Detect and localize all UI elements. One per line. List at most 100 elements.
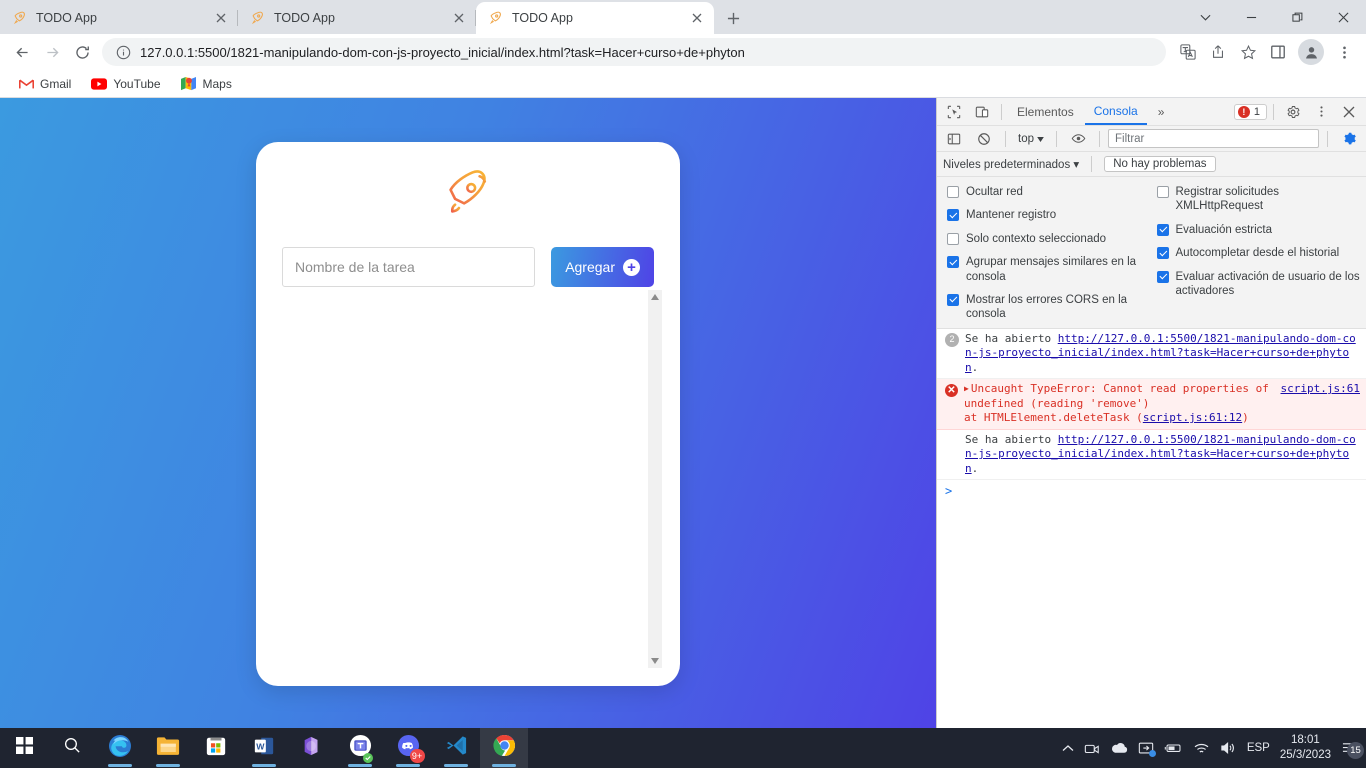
maps-icon (181, 76, 197, 92)
side-panel-icon[interactable] (1264, 38, 1292, 66)
avatar-icon[interactable] (1298, 39, 1324, 65)
taskbar-edge[interactable] (96, 728, 144, 768)
gear-icon[interactable] (1280, 100, 1306, 124)
clear-console-icon[interactable] (971, 127, 997, 151)
checkbox[interactable] (947, 186, 959, 198)
error-stack-link[interactable]: script.js:61:12 (1143, 411, 1242, 424)
divider (1099, 130, 1100, 147)
setting-agrupar-mensajes[interactable]: Agrupar mensajes similares en la consola (947, 255, 1151, 284)
checkbox[interactable] (1156, 270, 1169, 283)
setting-mantener-registro[interactable]: Mantener registro (947, 208, 1151, 222)
task-list-scrollbar[interactable] (648, 290, 662, 668)
tab-consola[interactable]: Consola (1084, 98, 1147, 125)
setting-label: Autocompletar desde el historial (1175, 247, 1340, 260)
setting-solo-contexto[interactable]: Solo contexto seleccionado (947, 232, 1151, 246)
language-indicator[interactable]: ESP (1247, 742, 1270, 754)
camera-icon[interactable] (1084, 741, 1100, 756)
issues-button[interactable]: No hay problemas (1104, 156, 1216, 172)
live-expression-eye-icon[interactable] (1065, 127, 1091, 151)
checkbox[interactable] (947, 256, 959, 269)
setting-errores-cors[interactable]: Mostrar los errores CORS en la consola (947, 293, 1151, 322)
windows-taskbar: W 9+ ESP 18:01 25/3/2023 15 (0, 728, 1366, 768)
console-filter-input[interactable] (1108, 129, 1319, 148)
onedrive-icon[interactable] (1110, 742, 1128, 754)
wifi-icon[interactable] (1193, 742, 1210, 755)
context-selector[interactable]: top (1014, 133, 1048, 145)
battery-icon[interactable] (1164, 742, 1183, 754)
clock[interactable]: 18:01 25/3/2023 (1280, 733, 1331, 763)
taskbar-teams[interactable] (336, 728, 384, 768)
setting-ocultar-red[interactable]: Ocultar red (947, 185, 1151, 199)
notification-center-button[interactable]: 15 (1341, 741, 1364, 759)
console-settings-gear-icon[interactable] (1336, 127, 1362, 151)
checkbox[interactable] (1156, 186, 1169, 198)
back-arrow-icon[interactable] (8, 38, 36, 66)
three-dot-menu-icon[interactable] (1308, 100, 1334, 124)
minimize-icon[interactable] (1228, 0, 1274, 34)
browser-tab-1[interactable]: TODO App (0, 2, 238, 34)
add-task-button[interactable]: Agregar + (551, 247, 654, 287)
log-levels-dropdown[interactable]: Niveles predeterminados ▾ (943, 157, 1079, 171)
browser-tab-2[interactable]: TODO App (238, 2, 476, 34)
volume-icon[interactable] (1220, 741, 1237, 755)
checkbox[interactable] (1156, 247, 1169, 260)
checkbox[interactable] (947, 232, 959, 245)
setting-evaluacion-estricta[interactable]: Evaluación estricta (1156, 223, 1361, 237)
screen-icon[interactable] (1138, 741, 1156, 757)
checkbox[interactable] (947, 209, 959, 222)
close-icon[interactable] (450, 9, 468, 27)
reload-icon[interactable] (68, 38, 96, 66)
bookmark-maps[interactable]: Maps (173, 73, 240, 95)
info-circle-icon[interactable] (114, 43, 132, 61)
taskbar-vscode[interactable] (432, 728, 480, 768)
device-toolbar-icon[interactable] (969, 100, 995, 124)
taskbar-chrome[interactable] (480, 728, 528, 768)
close-icon[interactable] (1336, 100, 1362, 124)
scroll-up-arrow-icon[interactable] (648, 290, 662, 304)
setting-autocompletar[interactable]: Autocompletar desde el historial (1156, 246, 1361, 260)
address-bar[interactable]: 127.0.0.1:5500/1821-manipulando-dom-con-… (102, 38, 1166, 66)
checkbox[interactable] (1156, 223, 1169, 236)
tab-search-icon[interactable] (1182, 0, 1228, 34)
close-icon[interactable] (1320, 0, 1366, 34)
maximize-icon[interactable] (1274, 0, 1320, 34)
inspect-element-icon[interactable] (941, 100, 967, 124)
console-message-info-2[interactable]: Se ha abierto http://127.0.0.1:5500/1821… (937, 430, 1366, 481)
console-message-error[interactable]: ✕ script.js:61 ▶ Uncaught TypeError: Canno… (937, 379, 1366, 430)
taskbar-microsoft-store[interactable] (192, 728, 240, 768)
tab-elementos[interactable]: Elementos (1008, 98, 1083, 125)
vscode-icon (445, 734, 468, 762)
checkbox[interactable] (947, 293, 959, 306)
close-icon[interactable] (212, 9, 230, 27)
taskbar-discord[interactable]: 9+ (384, 728, 432, 768)
console-message-info-1[interactable]: 2 Se ha abierto http://127.0.0.1:5500/18… (937, 329, 1366, 380)
console-sidebar-icon[interactable] (941, 127, 967, 151)
setting-evaluar-activacion[interactable]: Evaluar activación de usuario de los act… (1156, 270, 1361, 299)
bookmark-gmail[interactable]: Gmail (10, 73, 79, 95)
browser-tab-3-active[interactable]: TODO App (476, 2, 714, 34)
prompt-symbol: > (945, 484, 953, 499)
console-prompt[interactable]: > (937, 480, 1366, 502)
forward-arrow-icon[interactable] (38, 38, 66, 66)
scroll-down-arrow-icon[interactable] (648, 654, 662, 668)
new-tab-button[interactable] (718, 3, 748, 33)
translate-icon[interactable] (1174, 38, 1202, 66)
bookmark-youtube[interactable]: YouTube (83, 73, 168, 95)
show-hidden-icons-icon[interactable] (1062, 744, 1074, 753)
three-dot-menu-icon[interactable] (1330, 38, 1358, 66)
taskbar-file-explorer[interactable] (144, 728, 192, 768)
share-icon[interactable] (1204, 38, 1232, 66)
expand-triangle-icon[interactable]: ▶ (964, 384, 969, 395)
error-source-link[interactable]: script.js:61 (1281, 382, 1360, 397)
close-icon[interactable] (688, 9, 706, 27)
error-count-badge[interactable]: ! 1 (1233, 103, 1267, 120)
start-button[interactable] (0, 728, 48, 768)
taskbar-microsoft-365[interactable] (288, 728, 336, 768)
star-icon[interactable] (1234, 38, 1262, 66)
taskbar-word[interactable]: W (240, 728, 288, 768)
more-tabs-icon[interactable]: » (1149, 98, 1174, 125)
task-name-input[interactable] (282, 247, 536, 287)
search-button[interactable] (48, 728, 96, 768)
setting-registrar-xhr[interactable]: Registrar solicitudes XMLHttpRequest (1156, 185, 1361, 214)
error-dot-icon: ! (1237, 105, 1250, 118)
